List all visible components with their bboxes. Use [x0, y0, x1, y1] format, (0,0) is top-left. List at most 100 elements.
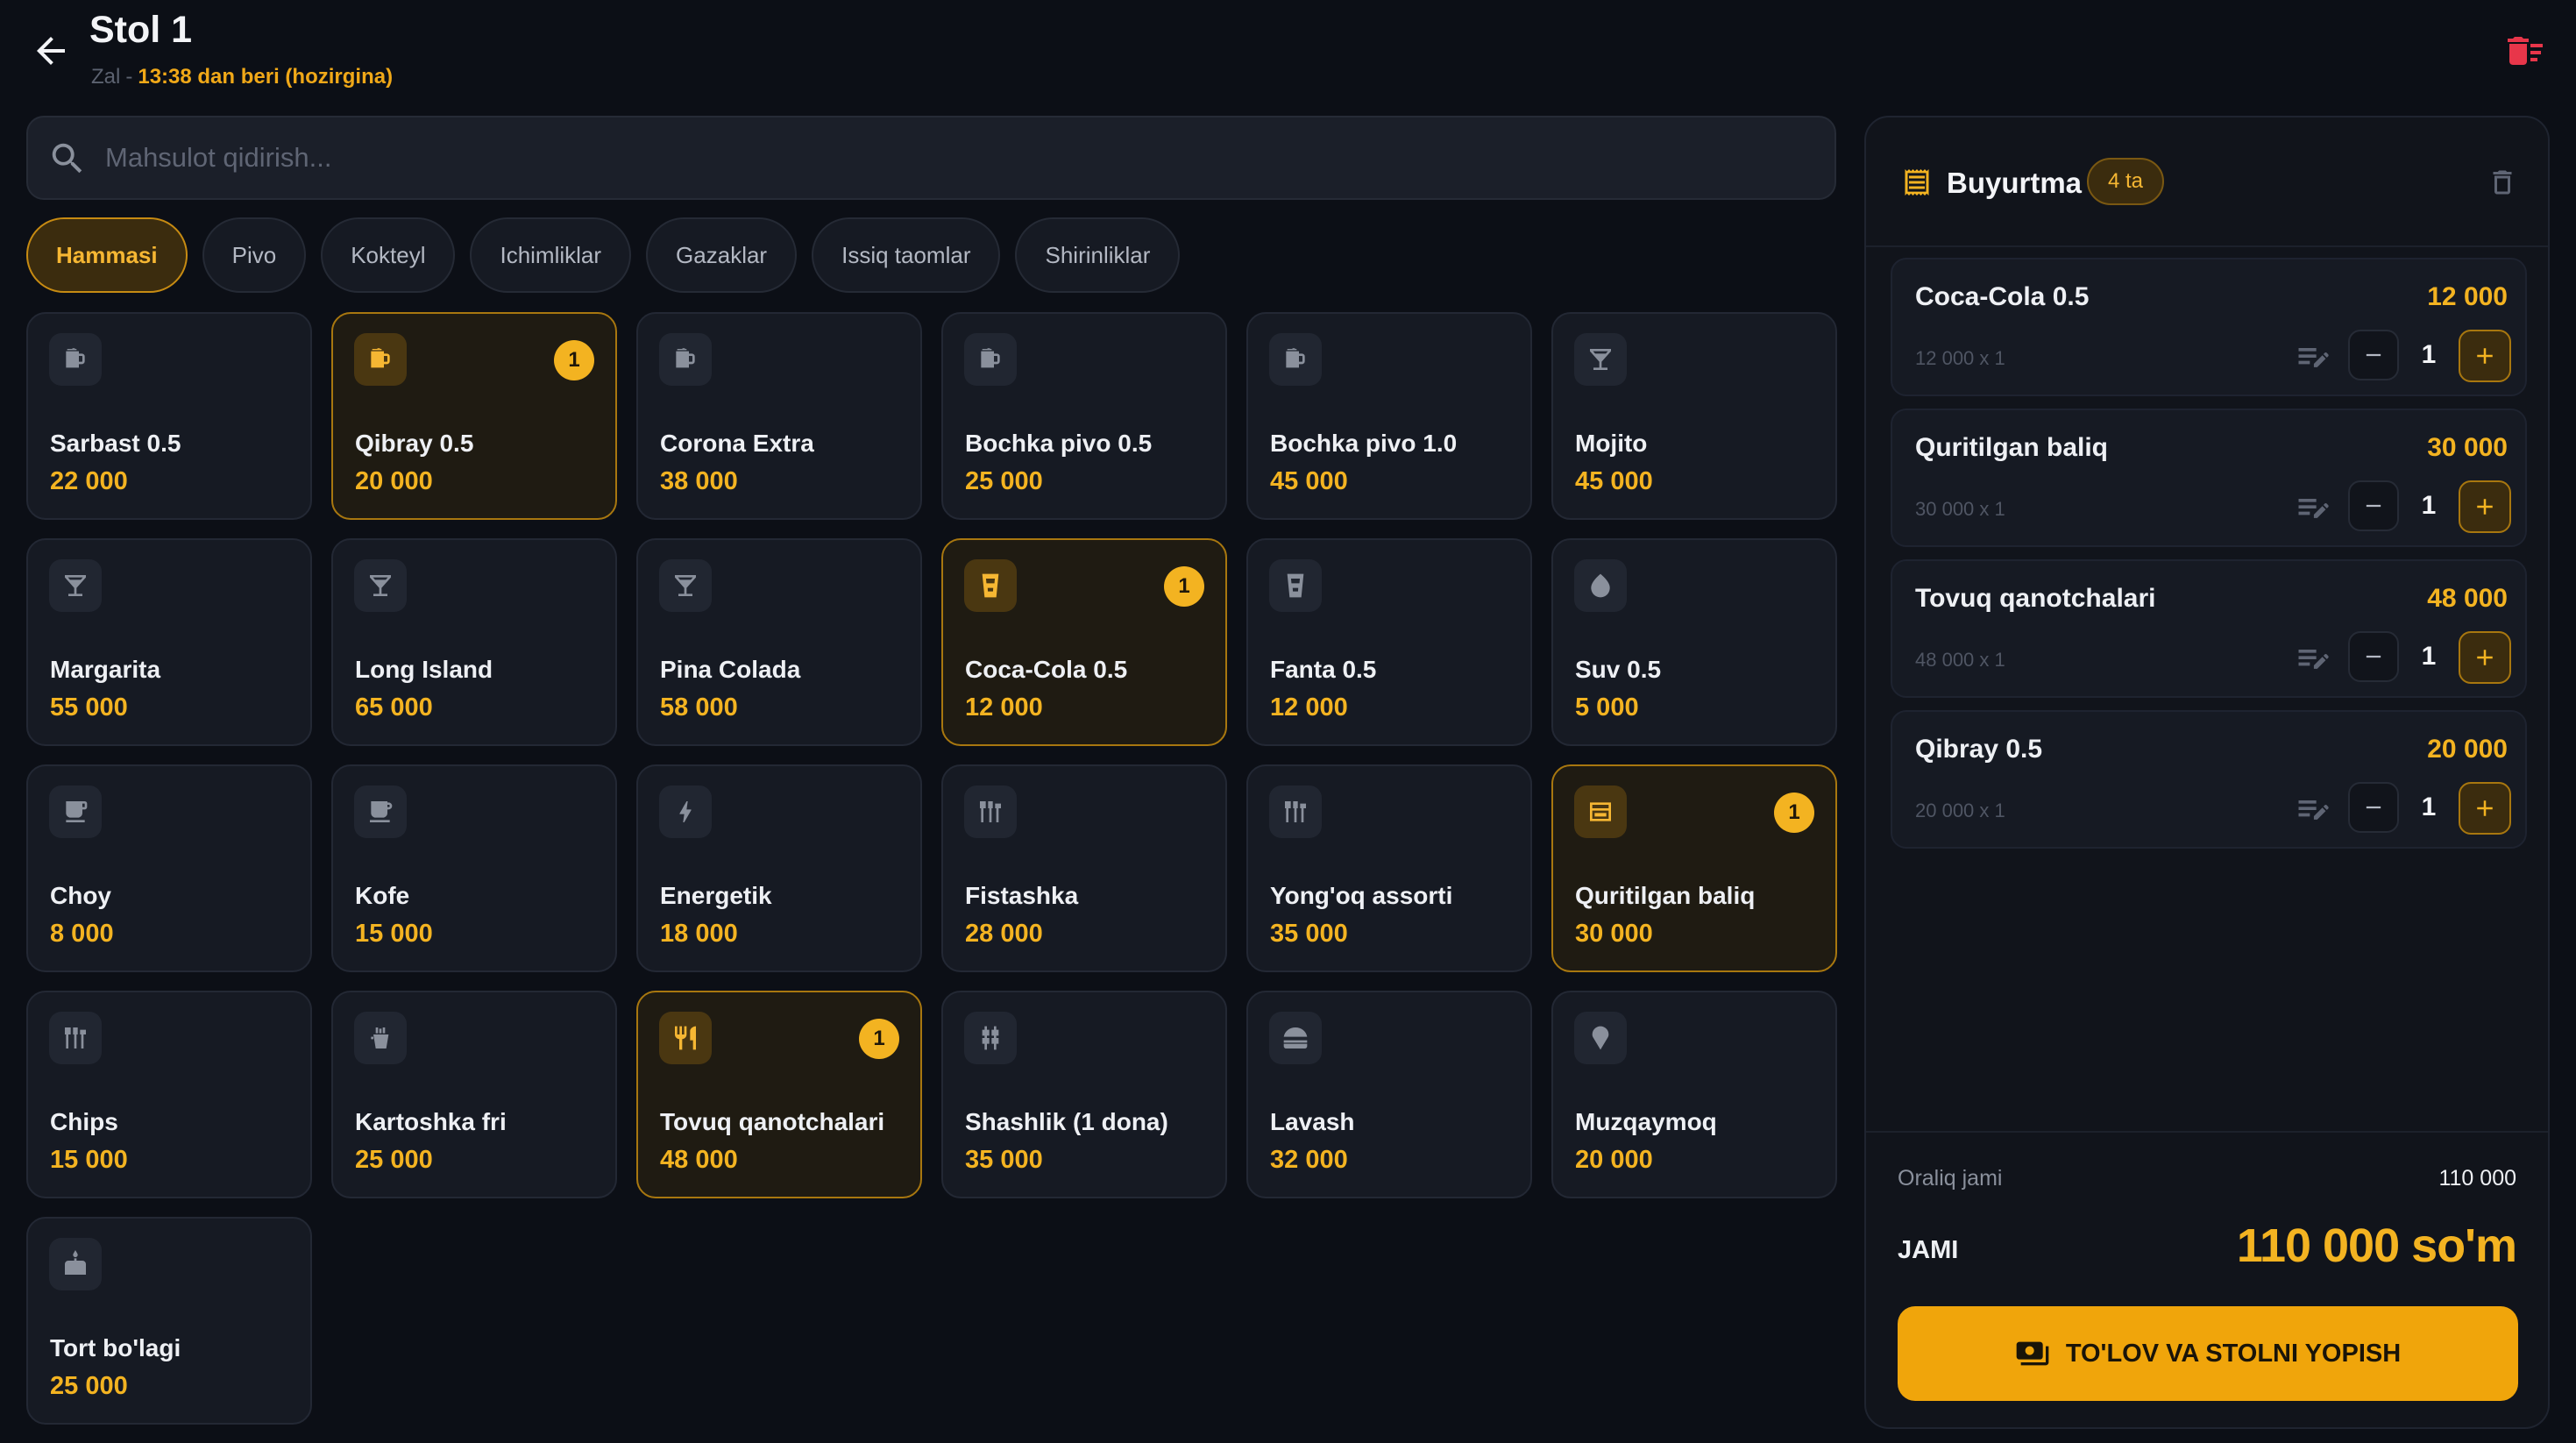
product-name: Bochka pivo 1.0: [1270, 430, 1458, 457]
product-name: Fistashka: [965, 882, 1079, 909]
category-issiq-taomlar[interactable]: Issiq taomlar: [812, 217, 1001, 293]
product-card-shashlik-1-dona[interactable]: Shashlik (1 dona) 35 000: [941, 991, 1227, 1198]
subtitle-separator: -: [125, 65, 133, 89]
subtotal-label: Oraliq jami: [1898, 1166, 2003, 1191]
increase-quantity-button[interactable]: [2459, 480, 2511, 533]
product-card-corona-extra[interactable]: Corona Extra 38 000: [636, 312, 922, 520]
decrease-quantity-button[interactable]: [2348, 782, 2399, 833]
product-card-choy[interactable]: Choy 8 000: [26, 764, 312, 972]
product-card-suv-0-5[interactable]: Suv 0.5 5 000: [1551, 538, 1837, 746]
edit-note-icon[interactable]: [2294, 640, 2332, 679]
decrease-quantity-button[interactable]: [2348, 631, 2399, 682]
product-name: Suv 0.5: [1575, 656, 1662, 683]
product-card-yong-oq-assorti[interactable]: Yong'oq assorti 35 000: [1246, 764, 1532, 972]
product-price: 22 000: [50, 467, 128, 495]
receipt-icon: [1901, 167, 1933, 198]
product-price: 30 000: [1575, 920, 1653, 948]
product-card-kartoshka-fri[interactable]: Kartoshka fri 25 000: [331, 991, 617, 1198]
product-card-bochka-pivo-0-5[interactable]: Bochka pivo 0.5 25 000: [941, 312, 1227, 520]
divider: [1866, 1131, 2548, 1133]
order-item-quantity: 1: [2421, 340, 2437, 369]
plus-icon: [2477, 348, 2493, 364]
product-card-energetik[interactable]: Energetik 18 000: [636, 764, 922, 972]
product-card-mojito[interactable]: Mojito 45 000: [1551, 312, 1837, 520]
product-card-kofe[interactable]: Kofe 15 000: [331, 764, 617, 972]
product-name: Choy: [50, 882, 111, 909]
product-price: 35 000: [1270, 920, 1348, 948]
snack-icon: [964, 785, 1017, 838]
edit-note-icon[interactable]: [2294, 791, 2332, 829]
product-name: Quritilgan baliq: [1575, 882, 1756, 909]
product-price: 8 000: [50, 920, 114, 948]
product-price: 25 000: [50, 1372, 128, 1400]
plus-icon: [2477, 650, 2493, 665]
order-items-list: Coca-Cola 0.5 12 000 12 000 x 1 1 Quritilgan…: [1891, 258, 2527, 861]
product-price: 38 000: [660, 467, 738, 495]
product-card-tovuq-qanotchalari[interactable]: 1 Tovuq qanotchalari 48 000: [636, 991, 922, 1198]
order-count-badge: 4 ta: [2087, 158, 2165, 205]
category-gazaklar[interactable]: Gazaklar: [646, 217, 798, 293]
product-card-quritilgan-baliq[interactable]: 1 Quritilgan baliq 30 000: [1551, 764, 1837, 972]
category-kokteyl[interactable]: Kokteyl: [321, 217, 456, 293]
product-card-margarita[interactable]: Margarita 55 000: [26, 538, 312, 746]
product-price: 32 000: [1270, 1146, 1348, 1174]
cocktail-icon: [354, 559, 407, 612]
search-input[interactable]: [105, 133, 1771, 182]
decrease-quantity-button[interactable]: [2348, 330, 2399, 380]
category-shirinliklar[interactable]: Shirinliklar: [1015, 217, 1181, 293]
product-card-coca-cola-0-5[interactable]: 1 Coca-Cola 0.5 12 000: [941, 538, 1227, 746]
bolt-icon: [659, 785, 712, 838]
edit-note-icon[interactable]: [2294, 489, 2332, 528]
top-bar: Stol 1 Zal -13:38 dan beri (hozirgina): [0, 0, 2576, 105]
product-name: Corona Extra: [660, 430, 814, 457]
increase-quantity-button[interactable]: [2459, 631, 2511, 684]
product-name: Tovuq qanotchalari: [660, 1108, 885, 1135]
increase-quantity-button[interactable]: [2459, 782, 2511, 835]
product-card-chips[interactable]: Chips 15 000: [26, 991, 312, 1198]
clear-order-icon[interactable]: [2487, 167, 2518, 198]
edit-note-icon[interactable]: [2294, 338, 2332, 377]
pay-and-close-button[interactable]: TO'LOV VA STOLNI YOPISH: [1898, 1306, 2518, 1401]
product-card-sarbast-0-5[interactable]: Sarbast 0.5 22 000: [26, 312, 312, 520]
product-card-pina-colada[interactable]: Pina Colada 58 000: [636, 538, 922, 746]
product-card-bochka-pivo-1-0[interactable]: Bochka pivo 1.0 45 000: [1246, 312, 1532, 520]
category-pivo[interactable]: Pivo: [202, 217, 307, 293]
product-card-fistashka[interactable]: Fistashka 28 000: [941, 764, 1227, 972]
product-price: 25 000: [965, 467, 1043, 495]
water-drop-icon: [1574, 559, 1627, 612]
order-item-total: 48 000: [2427, 584, 2508, 613]
category-hammasi[interactable]: Hammasi: [26, 217, 188, 293]
product-card-fanta-0-5[interactable]: Fanta 0.5 12 000: [1246, 538, 1532, 746]
product-price: 55 000: [50, 693, 128, 722]
snack-icon: [1269, 785, 1322, 838]
decrease-quantity-button[interactable]: [2348, 480, 2399, 531]
quantity-badge: 1: [1164, 566, 1204, 607]
product-card-long-island[interactable]: Long Island 65 000: [331, 538, 617, 746]
cocktail-icon: [659, 559, 712, 612]
open-since-label: 13:38 dan beri (hozirgina): [138, 65, 394, 89]
total-label: JAMI: [1898, 1236, 1959, 1264]
delete-table-icon[interactable]: [2504, 30, 2546, 72]
order-item-coca-cola-0-5: Coca-Cola 0.5 12 000 12 000 x 1 1: [1891, 258, 2527, 396]
product-card-tort-bo-lagi[interactable]: Tort bo'lagi 25 000: [26, 1217, 312, 1425]
plus-icon: [2477, 800, 2493, 816]
increase-quantity-button[interactable]: [2459, 330, 2511, 382]
product-name: Muzqaymoq: [1575, 1108, 1717, 1135]
order-item-qibray-0-5: Qibray 0.5 20 000 20 000 x 1 1: [1891, 710, 2527, 849]
order-item-calc: 30 000 x 1: [1915, 498, 2005, 520]
product-card-qibray-0-5[interactable]: 1 Qibray 0.5 20 000: [331, 312, 617, 520]
product-name: Qibray 0.5: [355, 430, 474, 457]
product-card-muzqaymoq[interactable]: Muzqaymoq 20 000: [1551, 991, 1837, 1198]
product-price: 20 000: [355, 467, 433, 495]
product-price: 65 000: [355, 693, 433, 722]
back-arrow-icon[interactable]: [30, 30, 72, 72]
product-card-lavash[interactable]: Lavash 32 000: [1246, 991, 1532, 1198]
category-ichimliklar[interactable]: Ichimliklar: [470, 217, 632, 293]
kebab-icon: [964, 1012, 1017, 1064]
order-item-total: 30 000: [2427, 433, 2508, 462]
quantity-badge: 1: [554, 340, 594, 380]
product-price: 20 000: [1575, 1146, 1653, 1174]
fork-knife-icon: [659, 1012, 712, 1064]
order-item-quantity: 1: [2421, 793, 2437, 821]
order-title: Buyurtma: [1947, 167, 2083, 199]
